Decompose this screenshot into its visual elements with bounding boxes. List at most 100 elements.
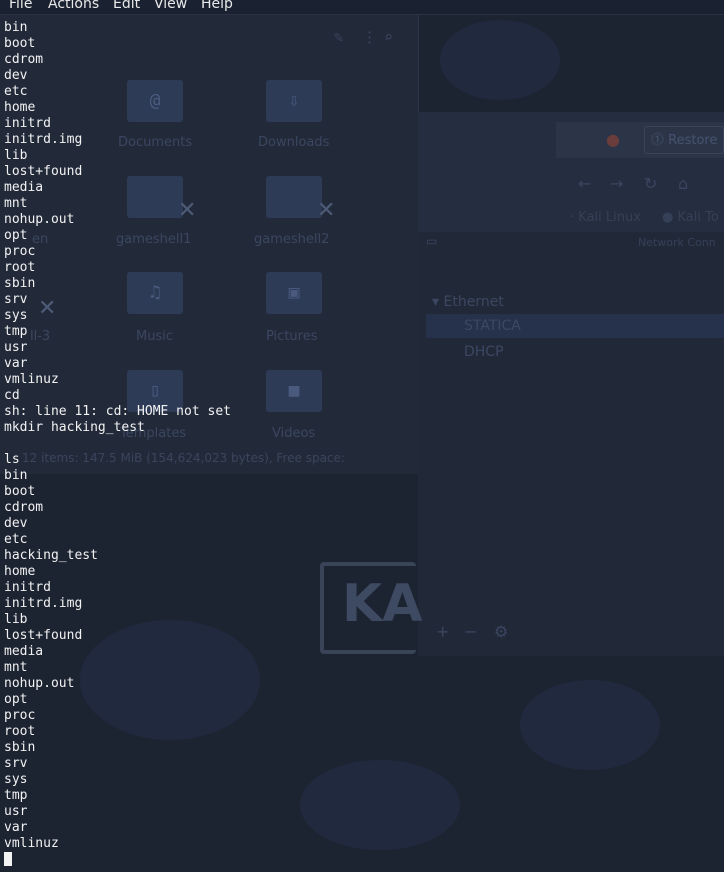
firefox-icon: ●	[606, 130, 620, 149]
menu-icon: ⋮	[362, 28, 377, 46]
terminal-line: lost+found	[4, 628, 83, 643]
terminal-line: vmlinuz	[4, 836, 59, 851]
terminal-line: tmp	[4, 324, 28, 339]
wallpaper-pattern	[520, 680, 660, 770]
folder-label: Videos	[272, 426, 316, 441]
kali-logo: KA	[320, 562, 423, 654]
menu-help[interactable]: Help	[201, 0, 233, 12]
terminal-line: mkdir hacking_test	[4, 420, 145, 435]
menu-edit[interactable]: Edit	[113, 0, 140, 12]
download-icon: ⇩	[288, 90, 300, 111]
home-icon: ⌂	[678, 174, 689, 193]
terminal-line: home	[4, 564, 36, 579]
network-connection: DHCP	[464, 344, 504, 360]
terminal-line: sys	[4, 308, 28, 323]
terminal-line: srv	[4, 292, 28, 307]
terminal-line: nohup.out	[4, 676, 75, 691]
terminal-line: dev	[4, 516, 28, 531]
add-icon: +	[436, 622, 450, 641]
terminal-menubar: File Actions Edit View Help	[0, 0, 724, 15]
bookmark: · Kali Linux	[570, 210, 641, 225]
video-icon: ■	[288, 380, 300, 401]
terminal-line: usr	[4, 340, 28, 355]
bookmark-label: Kali Linux	[578, 210, 641, 225]
text-cursor	[4, 852, 12, 866]
network-group-label: Ethernet	[443, 294, 504, 310]
terminal-line: proc	[4, 244, 36, 259]
terminal-line: root	[4, 724, 36, 739]
network-window-title: Network Conn	[638, 236, 716, 249]
terminal-prompt[interactable]	[4, 852, 231, 868]
settings-icon: ⚙	[494, 622, 509, 641]
terminal-line: cdrom	[4, 500, 44, 515]
terminal-line: boot	[4, 484, 36, 499]
terminal-line: root	[4, 260, 36, 275]
terminal-line: vmlinuz	[4, 372, 59, 387]
menu-actions[interactable]: Actions	[48, 0, 99, 12]
terminal-line: sbin	[4, 740, 36, 755]
terminal-line: bin	[4, 468, 28, 483]
network-connection: STATICA	[464, 318, 521, 334]
terminal-line: initrd	[4, 580, 51, 595]
search-icon: ⌕	[384, 28, 394, 46]
terminal-line: sh: line 11: cd: HOME not set	[4, 404, 231, 419]
terminal-line: initrd	[4, 116, 51, 131]
edit-icon: ✎	[334, 28, 344, 46]
remove-icon: −	[464, 622, 478, 641]
terminal-line: hacking_test	[4, 548, 98, 563]
back-icon: ←	[578, 174, 592, 193]
folder-icon: ⇩	[266, 80, 322, 122]
terminal-line: boot	[4, 36, 36, 51]
terminal-line: lib	[4, 612, 28, 627]
restore-label: Restore	[668, 133, 718, 148]
reload-icon: ↻	[644, 174, 658, 193]
terminal-line: media	[4, 180, 44, 195]
broken-link-icon: ✕	[317, 198, 336, 223]
wallpaper-pattern	[440, 20, 560, 100]
bookmark-label: Kali To	[677, 210, 719, 225]
menu-file[interactable]: File	[9, 0, 32, 12]
network-group: ▾ Ethernet	[432, 294, 504, 310]
window-icon: ▭	[426, 234, 438, 248]
terminal-line: bin	[4, 20, 28, 35]
bookmark: ● Kali To	[662, 210, 719, 225]
terminal-output[interactable]: bin boot cdrom dev etc home initrd initrd.img li…	[4, 20, 231, 868]
terminal-line: sys	[4, 772, 28, 787]
folder-icon	[266, 176, 322, 218]
terminal-line: etc	[4, 84, 28, 99]
folder-icon: ▣	[266, 272, 322, 314]
terminal-line: mnt	[4, 660, 28, 675]
terminal-line: initrd.img	[4, 596, 83, 611]
terminal-line: media	[4, 644, 44, 659]
folder-label: Pictures	[266, 329, 318, 344]
terminal-line: cd	[4, 388, 20, 403]
kali-logo-text: KA	[342, 574, 423, 634]
restore-button: ⓵ Restore	[644, 126, 724, 154]
terminal-line: sbin	[4, 276, 36, 291]
terminal-line: cdrom	[4, 52, 44, 67]
folder-icon: ■	[266, 370, 322, 412]
terminal-line: lost+found	[4, 164, 83, 179]
forward-icon: →	[610, 174, 624, 193]
terminal-line: initrd.img	[4, 132, 83, 147]
terminal-line: var	[4, 820, 28, 835]
restore-icon: ⓵	[651, 133, 669, 148]
terminal-line: proc	[4, 708, 36, 723]
folder-label: Downloads	[258, 135, 330, 150]
picture-icon: ▣	[288, 282, 300, 303]
folder-label: gameshell2	[254, 232, 330, 247]
menu-view[interactable]: View	[154, 0, 187, 12]
terminal-line: opt	[4, 228, 28, 243]
terminal-line: nohup.out	[4, 212, 75, 227]
terminal-line: tmp	[4, 788, 28, 803]
terminal-line: usr	[4, 804, 28, 819]
terminal-line: dev	[4, 68, 28, 83]
terminal-line: opt	[4, 692, 28, 707]
terminal-line: var	[4, 356, 28, 371]
terminal-line: ls	[4, 452, 20, 467]
terminal-line: srv	[4, 756, 28, 771]
terminal-line: home	[4, 100, 36, 115]
terminal-line: mnt	[4, 196, 28, 211]
terminal-line: lib	[4, 148, 28, 163]
